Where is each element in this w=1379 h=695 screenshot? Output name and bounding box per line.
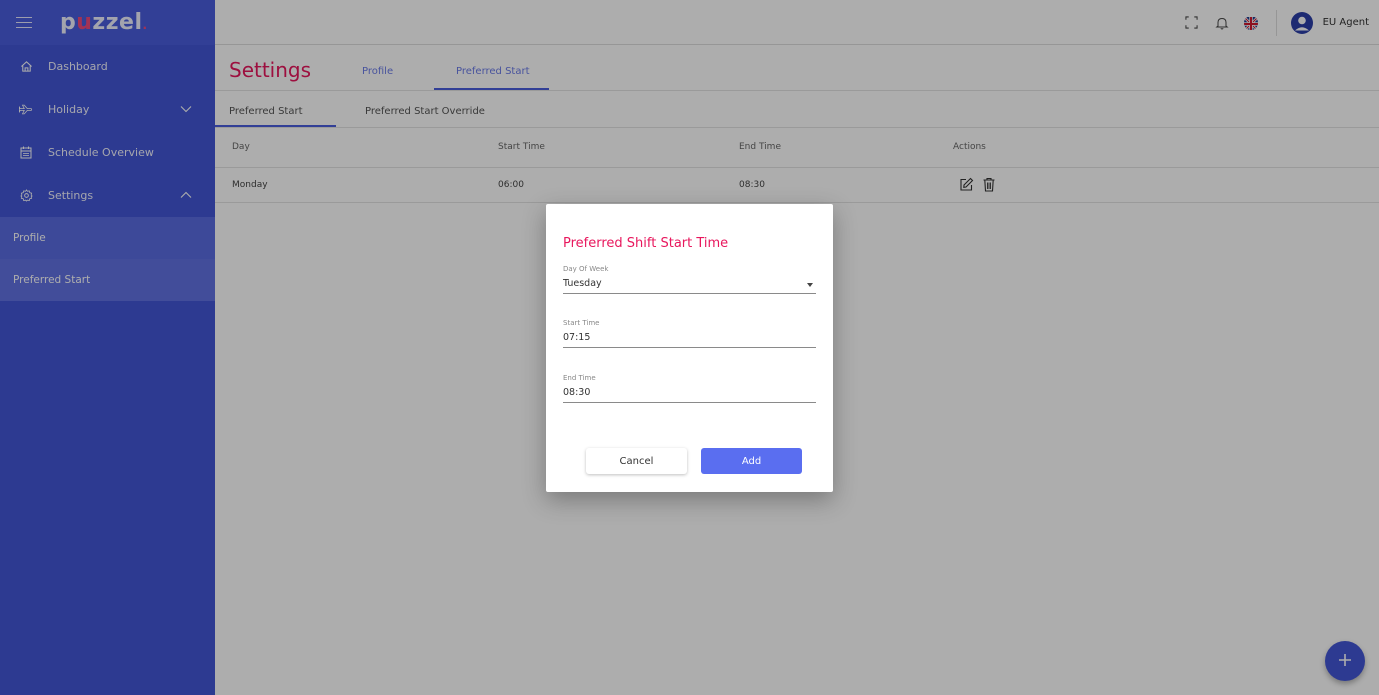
start-time-input[interactable]: 07:15 [563,332,816,348]
day-of-week-select[interactable]: Day Of Week Tuesday [563,265,816,294]
day-of-week-label: Day Of Week [563,265,609,273]
end-time-field[interactable]: End Time 08:30 [563,374,816,403]
preferred-shift-dialog: Preferred Shift Start Time Day Of Week T… [546,204,833,492]
end-time-label: End Time [563,374,596,382]
add-button[interactable]: Add [701,448,802,474]
start-time-label: Start Time [563,319,600,327]
end-time-input[interactable]: 08:30 [563,387,816,403]
cancel-button[interactable]: Cancel [586,448,687,474]
dialog-title: Preferred Shift Start Time [563,236,729,251]
dropdown-caret-icon [807,283,813,287]
start-time-field[interactable]: Start Time 07:15 [563,319,816,348]
day-of-week-value[interactable]: Tuesday [563,278,816,294]
